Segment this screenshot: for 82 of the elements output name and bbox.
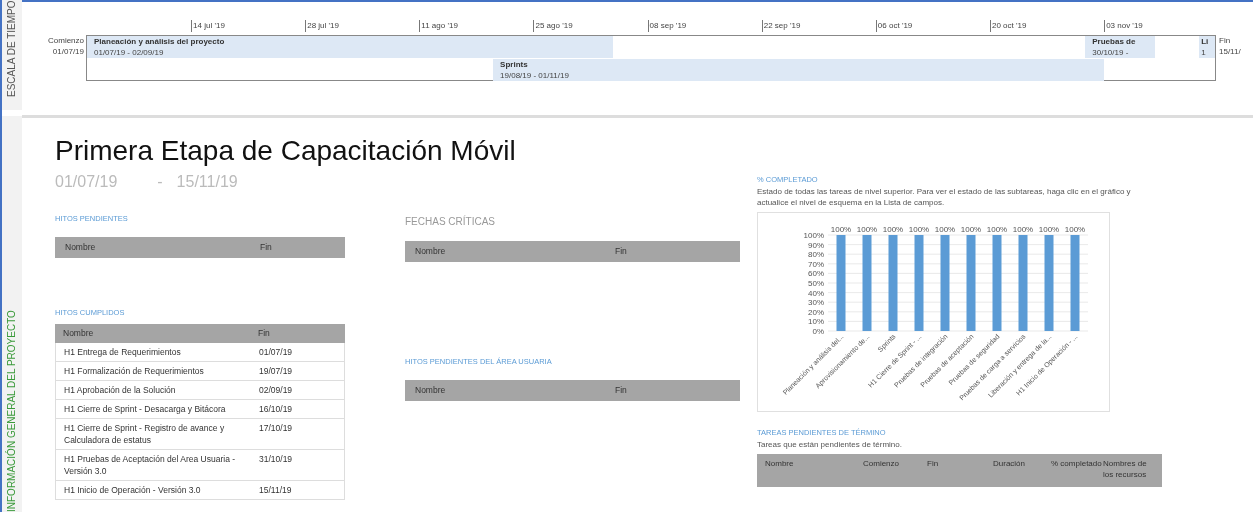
column-header: Nombre — [63, 328, 95, 339]
timeline-bar[interactable]: Planeación y análisis del proyecto 01/07/19 - 02/09/19 — [87, 36, 613, 58]
column-header: Duración — [993, 458, 1026, 469]
task-dates: 01/07/19 - 02/09/19 — [94, 47, 165, 58]
data-label: 100% — [934, 225, 956, 234]
section-heading: FECHAS CRÍTICAS — [405, 216, 496, 228]
table-cell-text: H1 Formalización de Requerimientos — [64, 365, 205, 377]
task-dates: 19/08/19 - 01/11/19 — [500, 70, 570, 81]
y-axis-label: 80% — [808, 250, 824, 260]
timescale-tick: 28 jul '19 — [305, 20, 339, 32]
column-header: Fin — [615, 246, 628, 257]
table-cell-text: 19/07/19 — [259, 365, 294, 377]
data-label: 100% — [882, 225, 904, 234]
section-description: Tareas que están pendientes de término. — [757, 439, 903, 450]
timeline-bar[interactable]: Sprints 19/08/19 - 01/11/19 — [493, 59, 1105, 81]
task-dates: 1 — [1201, 47, 1207, 58]
data-label: 100% — [1012, 225, 1034, 234]
table-cell-text: 31/10/19 — [259, 453, 294, 466]
data-label: 100% — [960, 225, 982, 234]
table-cell-text: 01/07/19 — [259, 346, 294, 358]
column-header: Fin — [260, 242, 273, 253]
y-axis-label: 90% — [808, 240, 824, 250]
column-header: Nombre — [415, 246, 447, 257]
start-date: 01/07/19 — [55, 173, 118, 191]
task-dates: 30/10/19 - — [1092, 47, 1130, 58]
end-date: 15/11/ — [1219, 46, 1241, 57]
y-axis-label: 60% — [808, 269, 824, 279]
column-header: Fin — [615, 385, 628, 396]
table-cell-text: 17/10/19 — [259, 422, 294, 435]
column-header: Nombre — [65, 242, 97, 253]
table-cell-text: H1 Pruebas de Aceptación del Area Usuaria - Versión 3.0 — [64, 453, 237, 477]
y-axis-label: 0% — [812, 327, 824, 336]
column-header: Nombres de los recursos — [1103, 458, 1148, 480]
table-cell-text: H1 Aprobación de la Solución — [64, 384, 177, 396]
y-axis-label: 70% — [808, 259, 824, 269]
timescale-tick: 03 nov '19 — [1104, 20, 1143, 32]
data-label: 100% — [1038, 225, 1060, 234]
column-header: Fin — [258, 328, 271, 339]
column-header: Nombre — [415, 385, 447, 396]
data-label: 100% — [856, 225, 878, 234]
y-axis-label: 40% — [808, 288, 824, 298]
column-header: Comienzo — [863, 458, 900, 469]
data-label: 100% — [1064, 225, 1086, 234]
start-label: Comienzo — [48, 35, 84, 46]
timescale-tick: 25 ago '19 — [533, 20, 573, 32]
timescale-tick: 11 ago '19 — [419, 20, 458, 32]
timescale-tick: 08 sep '19 — [647, 20, 687, 32]
y-axis-label: 50% — [808, 279, 824, 288]
timescale-tick: 22 sep '19 — [761, 20, 801, 32]
data-label: 100% — [986, 225, 1008, 234]
table-cell-text: 16/10/19 — [259, 403, 294, 415]
section-description: Estado de todas las tareas de nivel superior. Para ver el estado de las subtareas, haga clic en el gráfico y actualice el nivel de esquema en la Lista de campos. — [757, 186, 1132, 208]
data-label: 100% — [830, 225, 852, 234]
end-date: 15/11/19 — [176, 173, 238, 191]
timeline-bar[interactable]: Li 1 — [1199, 36, 1215, 58]
side-tab[interactable]: ESCALA DE TIEMPO — [2, 0, 22, 110]
task-name: Planeación y análisis del proyecto — [94, 37, 226, 47]
task-name: Li — [1201, 37, 1210, 47]
table-cell-text: H1 Cierre de Sprint - Desacarga y Bitácora — [64, 403, 227, 415]
column-header: % completado — [1051, 458, 1103, 469]
column-header: Fin — [927, 458, 940, 469]
table-cell-text: H1 Inicio de Operación - Versión 3.0 — [64, 484, 202, 496]
report-title: Primera Etapa de Capacitación Móvil — [55, 135, 517, 167]
table-cell-text: H1 Cierre de Sprint - Registro de avance y Calculadora de estatus — [64, 422, 226, 446]
timeline-bar[interactable]: Pruebas de 30/10/19 - — [1085, 36, 1156, 58]
table-cell-text: 15/11/19 — [259, 484, 293, 496]
date-separator: - — [157, 173, 163, 191]
column-header: Nombre — [765, 458, 795, 469]
table-cell-text: 02/09/19 — [259, 384, 294, 396]
y-axis-label: 30% — [808, 298, 824, 308]
timescale-tick: 14 jul '19 — [191, 20, 225, 32]
table-cell-text: H1 Entrega de Requerimientos — [64, 346, 182, 358]
timescale-tick: 20 oct '19 — [990, 20, 1027, 32]
task-name: Sprints — [500, 60, 529, 70]
y-axis-label: 20% — [808, 307, 824, 317]
task-name: Pruebas de — [1092, 37, 1137, 47]
data-label: 100% — [908, 225, 930, 234]
start-date: 01/07/19 — [52, 46, 84, 57]
timescale-tick: 06 oct '19 — [875, 20, 913, 32]
y-axis-label: 100% — [803, 231, 824, 240]
y-axis-label: 10% — [808, 317, 824, 327]
end-label: Fin — [1219, 35, 1232, 46]
